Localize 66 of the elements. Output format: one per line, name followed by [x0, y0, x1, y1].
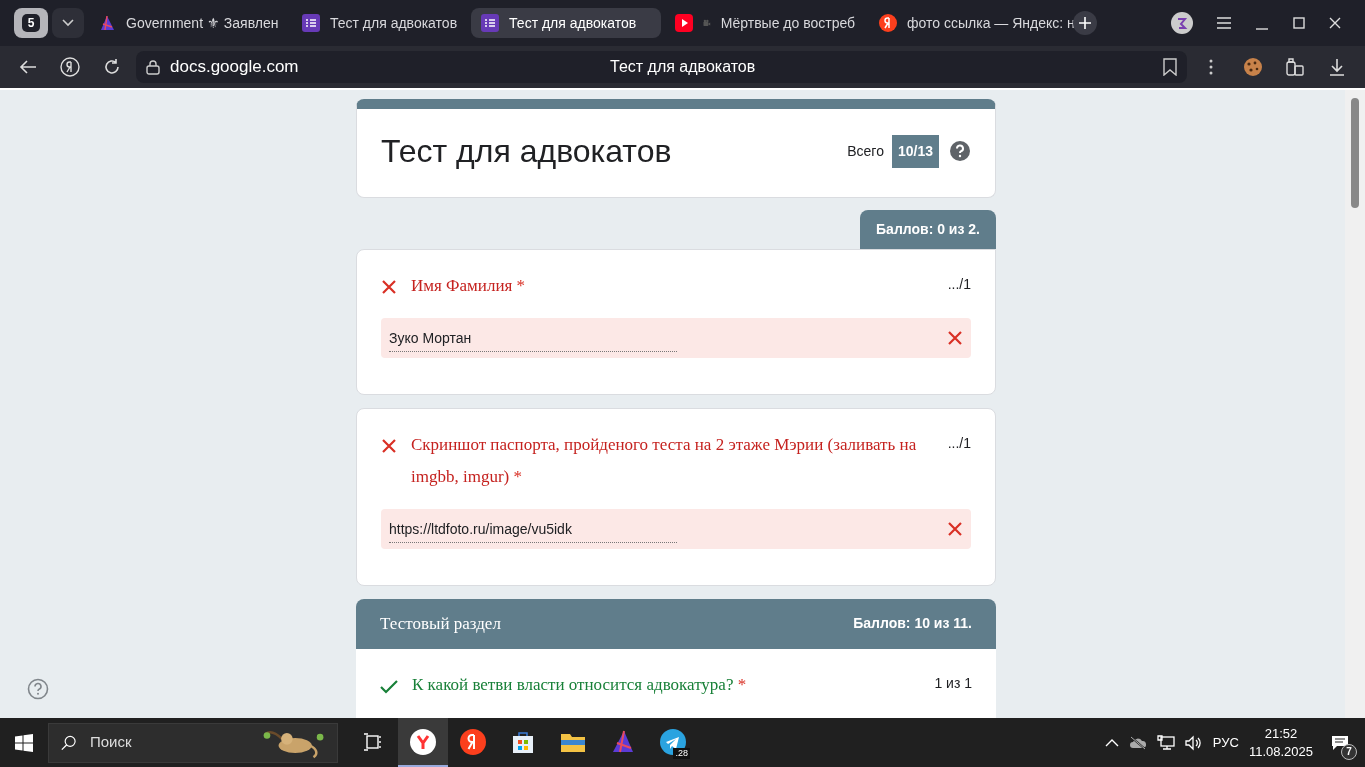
plus-icon	[1079, 17, 1092, 29]
task-view-icon	[363, 732, 383, 751]
total-score: 10/13	[891, 134, 939, 168]
cross-icon	[947, 330, 963, 346]
play-icon	[675, 14, 694, 32]
notification-badge: 7	[1341, 743, 1357, 760]
page-title: Тест для адвокатов	[610, 57, 757, 77]
scrollbar[interactable]	[1345, 90, 1365, 718]
tab-count-button[interactable]: 5	[14, 8, 48, 38]
windows-icon	[15, 733, 33, 752]
points-text: 1 из 1	[934, 673, 972, 693]
question-title: Скриншот паспорта, пройденого теста на 2 этаже Мэрии (заливать на imgbb, imgur) *	[411, 434, 918, 488]
maximize-icon[interactable]	[1293, 17, 1305, 29]
yandex-icon	[879, 14, 898, 32]
new-tab-button[interactable]	[1073, 11, 1098, 35]
download-icon[interactable]	[1329, 58, 1345, 76]
browser-tab[interactable]: Мёртвые до востреб	[665, 8, 866, 38]
reload-icon[interactable]	[103, 58, 121, 76]
menu-icon[interactable]	[1217, 17, 1231, 29]
browser-icon	[409, 727, 437, 756]
points-text: .../1	[947, 275, 971, 294]
taskbar-search-field[interactable]: Поиск	[48, 722, 338, 763]
question-title: Имя Фамилия *	[411, 275, 527, 297]
browser-tab[interactable]: Тест для адвокатов	[471, 8, 662, 38]
help-icon[interactable]	[949, 140, 971, 162]
cloud-off-icon[interactable]	[1128, 735, 1147, 750]
browser-tab[interactable]: Government ⚜ Заявлен	[88, 8, 288, 38]
cross-icon	[947, 521, 963, 537]
tab-menu-button[interactable]	[52, 8, 84, 38]
network-icon[interactable]	[1156, 734, 1175, 751]
volume-icon[interactable]	[1184, 734, 1203, 751]
profile-avatar-icon[interactable]	[1171, 12, 1193, 34]
lock-icon	[146, 59, 160, 75]
search-icon	[61, 733, 76, 752]
cookie-icon[interactable]	[1243, 57, 1263, 77]
chevron-down-icon	[62, 19, 74, 27]
sidebar-icon[interactable]	[1286, 58, 1304, 76]
forms-icon	[481, 14, 500, 32]
section-score: Баллов: 10 из 11.	[853, 614, 972, 634]
more-icon[interactable]	[1209, 59, 1213, 75]
clock-time[interactable]: 21:52	[1248, 724, 1313, 743]
browser-tab[interactable]: Тест для адвокатов	[292, 8, 468, 38]
form-title: Тест для адвокатов	[381, 132, 673, 171]
section-title: Тестовый раздел	[380, 613, 501, 635]
question-title: К какой ветви власти относится адвокатура? *	[412, 673, 748, 696]
yandex-icon	[459, 727, 487, 756]
app-badge: .28	[673, 748, 690, 759]
sail-logo-icon	[98, 14, 116, 32]
yandex-icon[interactable]	[60, 57, 80, 77]
telegram-icon	[659, 727, 687, 756]
chevron-up-icon[interactable]	[1104, 738, 1119, 747]
taskbar-app[interactable]: .28	[648, 718, 698, 767]
bookmark-icon[interactable]	[1163, 58, 1177, 76]
clock-date[interactable]: 11.08.2025	[1248, 742, 1313, 761]
address-text[interactable]: docs.google.com	[170, 54, 600, 80]
close-icon[interactable]	[1329, 17, 1341, 29]
language-indicator[interactable]: РУС	[1212, 732, 1239, 753]
taskbar-app[interactable]	[398, 718, 448, 767]
answer-field: https://ltdfoto.ru/image/vu5idk	[381, 509, 971, 549]
help-icon[interactable]	[27, 678, 49, 700]
search-field[interactable]: Поиск	[87, 730, 238, 755]
forms-icon	[302, 14, 320, 32]
answer-field: Зуко Мортан	[381, 318, 971, 358]
points-text: .../1	[947, 434, 971, 453]
total-label: Всего	[847, 141, 884, 161]
back-icon[interactable]	[19, 59, 37, 75]
